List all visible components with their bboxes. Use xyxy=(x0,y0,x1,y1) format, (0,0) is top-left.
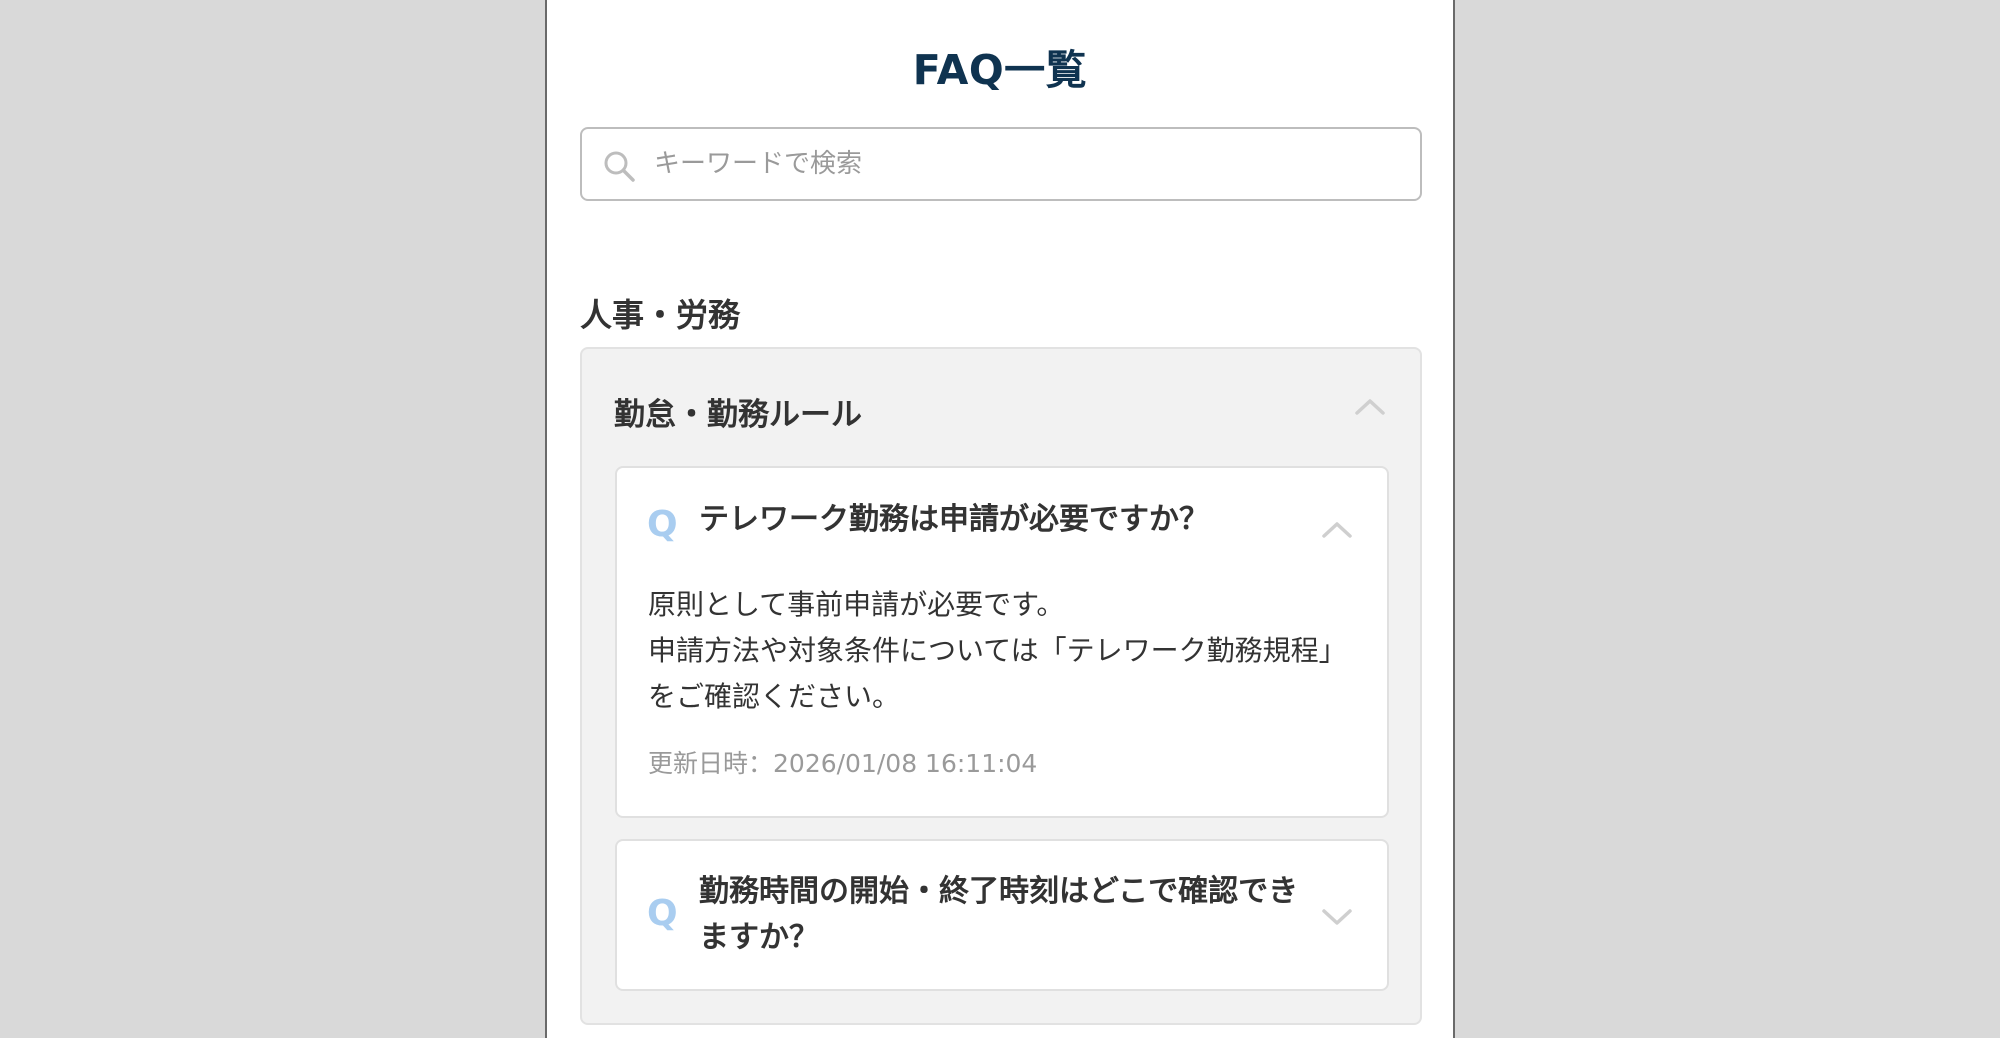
faq-question[interactable]: テレワーク勤務は申請が必要ですか？ xyxy=(699,497,1309,543)
question-mark-label: Q xyxy=(647,504,678,545)
app-screen: FAQ一覧 人事・労務 勤怠・勤務ルール Q テレワーク勤務は申請が必要ですか？… xyxy=(545,0,1455,1038)
search-box[interactable] xyxy=(580,127,1422,201)
page-title: FAQ一覧 xyxy=(912,46,1088,94)
updated-timestamp: 更新日時：2026/01/08 16:11:04 xyxy=(648,744,1037,780)
category-panel: 勤怠・勤務ルール Q テレワーク勤務は申請が必要ですか？ 原則として事前申請が必… xyxy=(580,347,1422,1025)
faq-answer: 原則として事前申請が必要です。 申請方法や対象条件については「テレワーク勤務規程… xyxy=(648,582,1368,720)
category-title: 勤怠・勤務ルール xyxy=(614,397,862,433)
faq-item[interactable]: Q 勤務時間の開始・終了時刻はどこで確認できますか？ xyxy=(615,839,1389,991)
answer-line: 申請方法や対象条件については「テレワーク勤務規程」をご確認ください。 xyxy=(648,634,1347,713)
chevron-down-icon[interactable] xyxy=(1321,907,1353,927)
chevron-up-icon[interactable] xyxy=(1321,519,1353,539)
faq-item[interactable]: Q テレワーク勤務は申請が必要ですか？ 原則として事前申請が必要です。 申請方法… xyxy=(615,466,1389,818)
faq-question[interactable]: 勤務時間の開始・終了時刻はどこで確認できますか？ xyxy=(699,869,1309,961)
question-mark-label: Q xyxy=(647,893,678,934)
updated-value: 2026/01/08 16:11:04 xyxy=(773,749,1038,778)
section-title: 人事・労務 xyxy=(580,296,741,334)
answer-line: 原則として事前申請が必要です。 xyxy=(648,588,1065,621)
search-icon xyxy=(604,151,635,182)
category-header[interactable]: 勤怠・勤務ルール xyxy=(582,349,1420,465)
chevron-up-icon[interactable] xyxy=(1354,396,1386,416)
updated-label: 更新日時： xyxy=(648,749,774,778)
search-input[interactable] xyxy=(654,129,1404,199)
